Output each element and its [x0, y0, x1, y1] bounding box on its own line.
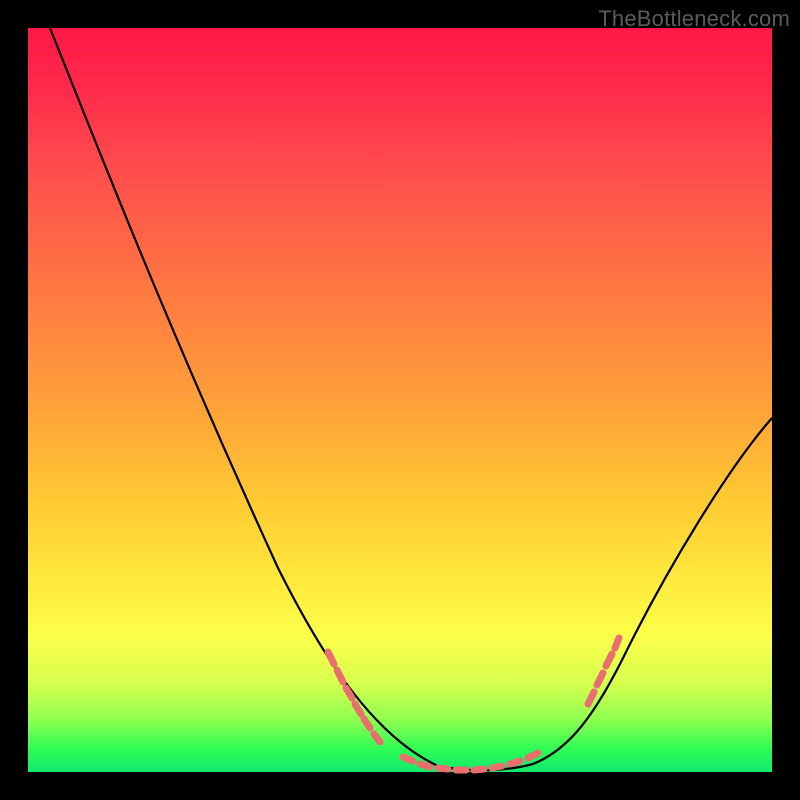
chart-stage: TheBottleneck.com	[0, 0, 800, 800]
highlight-points	[328, 638, 619, 770]
bottleneck-curve-svg	[28, 28, 772, 772]
bottleneck-curve	[50, 28, 772, 770]
watermark-text: TheBottleneck.com	[598, 6, 790, 32]
plot-area	[28, 28, 772, 772]
